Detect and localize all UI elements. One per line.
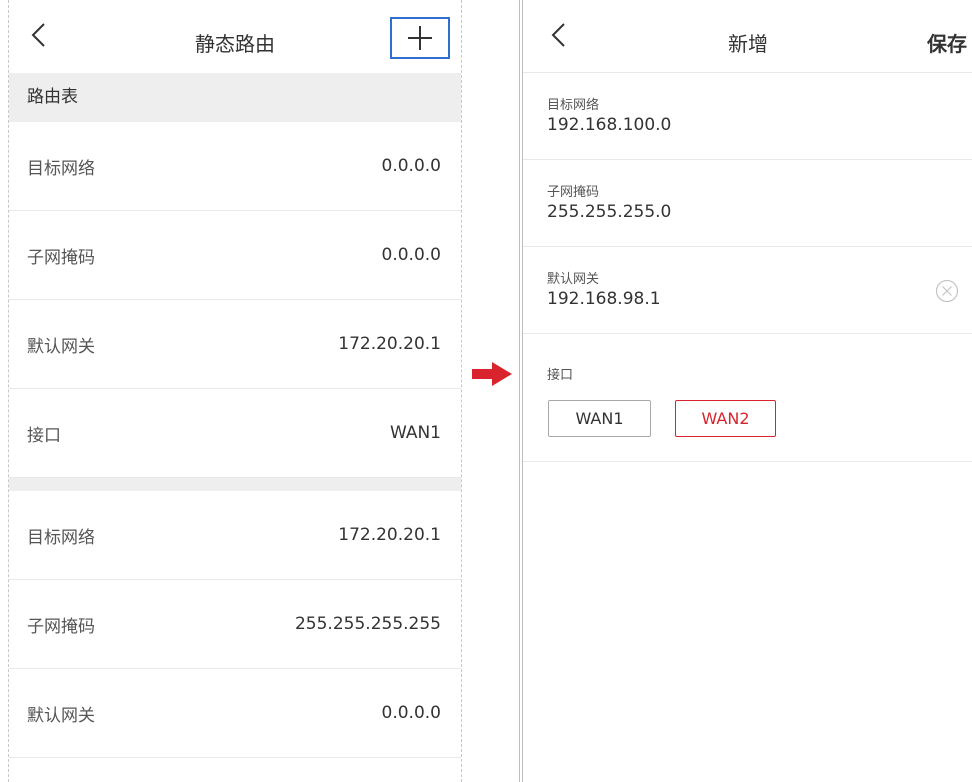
route-row-subnet-mask: 子网掩码 0.0.0.0 <box>9 211 461 300</box>
row-value: 255.255.255.255 <box>294 614 441 634</box>
row-value: 172.20.20.1 <box>338 334 441 354</box>
arrow-right-icon <box>472 362 512 386</box>
field-label: 子网掩码 <box>547 185 600 200</box>
row-label: 子网掩码 <box>27 616 95 637</box>
gateway-input[interactable] <box>547 289 907 309</box>
static-route-list-screen: 静态路由 路由表 目标网络 0.0.0.0 子网掩码 0.0.0.0 默认网关 … <box>8 0 462 782</box>
route-row-gateway: 默认网关 0.0.0.0 <box>9 669 461 758</box>
panel-divider <box>519 0 520 782</box>
interface-option-wan1[interactable]: WAN1 <box>548 400 651 437</box>
plus-icon <box>408 26 432 50</box>
add-route-screen: 新增 保存 目标网络 子网掩码 默认网关 接口 WAN1 WAN2 <box>522 0 972 782</box>
add-route-button[interactable] <box>390 17 450 59</box>
save-button[interactable]: 保存 <box>927 28 967 57</box>
route-row-dest-network: 目标网络 0.0.0.0 <box>9 122 461 211</box>
route-entry[interactable]: 目标网络 172.20.20.1 子网掩码 255.255.255.255 默认… <box>9 491 461 758</box>
clear-circle-icon[interactable] <box>935 279 959 303</box>
interface-option-wan2[interactable]: WAN2 <box>675 400 776 437</box>
row-label: 默认网关 <box>27 705 95 726</box>
dest-network-input[interactable] <box>547 115 907 135</box>
interface-field: 接口 WAN1 WAN2 <box>523 334 972 462</box>
route-row-gateway: 默认网关 172.20.20.1 <box>9 300 461 389</box>
row-label: 默认网关 <box>27 336 95 357</box>
routing-table-section-header: 路由表 <box>9 73 461 122</box>
row-value: WAN1 <box>389 423 441 443</box>
row-value: 0.0.0.0 <box>381 245 441 265</box>
row-value: 172.20.20.1 <box>338 525 441 545</box>
row-label: 目标网络 <box>27 158 95 179</box>
header: 新增 保存 <box>523 0 972 73</box>
row-value: 0.0.0.0 <box>381 703 441 723</box>
subnet-mask-input[interactable] <box>547 202 907 222</box>
group-separator <box>9 478 461 491</box>
field-label: 默认网关 <box>547 272 600 287</box>
field-label: 目标网络 <box>547 98 600 113</box>
route-entry[interactable]: 目标网络 0.0.0.0 子网掩码 0.0.0.0 默认网关 172.20.20… <box>9 122 461 478</box>
route-row-interface: 接口 WAN1 <box>9 389 461 478</box>
route-row-subnet-mask: 子网掩码 255.255.255.255 <box>9 580 461 669</box>
route-row-dest-network: 目标网络 172.20.20.1 <box>9 491 461 580</box>
row-value: 0.0.0.0 <box>381 156 441 176</box>
row-label: 接口 <box>27 425 61 446</box>
page-title: 新增 <box>728 32 768 56</box>
header: 静态路由 <box>9 0 461 73</box>
subnet-mask-field: 子网掩码 <box>523 160 972 247</box>
row-label: 子网掩码 <box>27 247 95 268</box>
gateway-field: 默认网关 <box>523 247 972 334</box>
row-label: 目标网络 <box>27 527 95 548</box>
dest-network-field: 目标网络 <box>523 73 972 160</box>
field-label: 接口 <box>547 368 574 383</box>
